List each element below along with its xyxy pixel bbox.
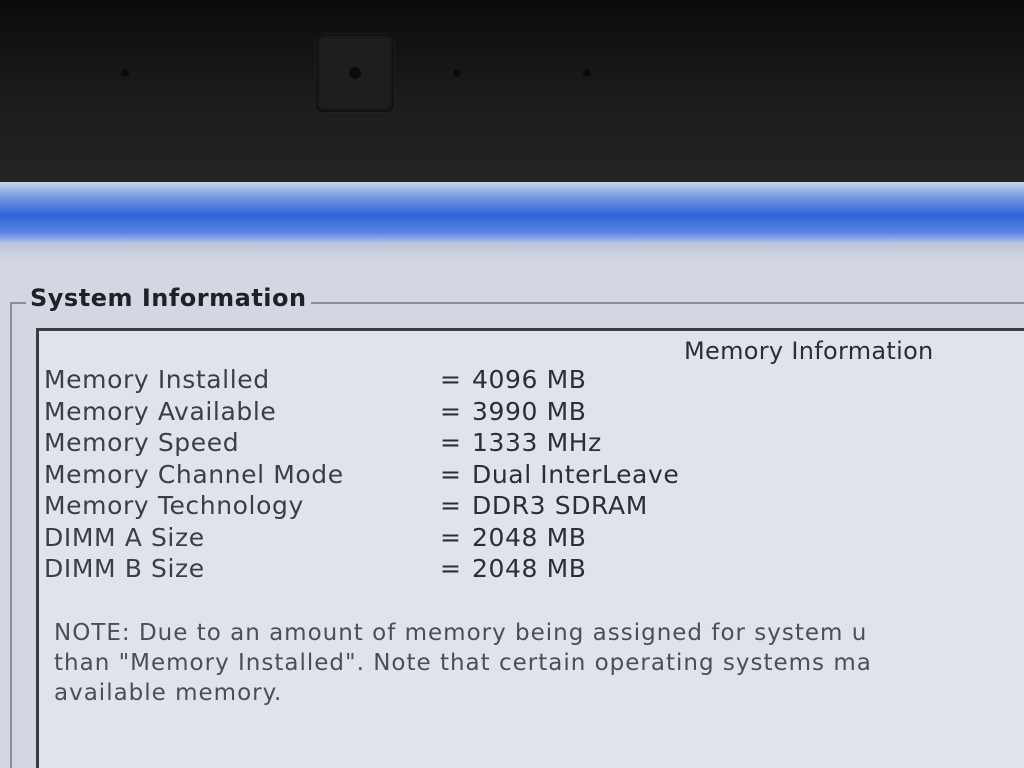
row-label: Memory Channel Mode <box>44 459 344 489</box>
row-equals: = <box>440 428 461 457</box>
laptop-bezel <box>0 0 1024 182</box>
row-equals: = <box>440 554 461 583</box>
row-label: DIMM A Size <box>44 522 205 552</box>
row-label: Memory Available <box>44 396 277 426</box>
row-label: Memory Installed <box>44 365 270 394</box>
row-label: DIMM B Size <box>44 554 205 583</box>
info-row-dimm-a-size: DIMM A Size = 2048 MB <box>44 523 744 555</box>
title-bar-shadow <box>0 242 1024 260</box>
microphone-dot <box>121 69 129 77</box>
info-row-memory-technology: Memory Technology = DDR3 SDRAM <box>44 491 744 523</box>
webcam-icon <box>316 34 394 112</box>
row-label: Memory Speed <box>44 428 240 457</box>
row-label: Memory Technology <box>44 491 304 520</box>
memory-info-list: Memory Installed = 4096 MB Memory Availa… <box>44 365 744 586</box>
info-row-memory-available: Memory Available = 3990 MB <box>44 397 744 429</box>
row-value: DDR3 SDRAM <box>472 491 648 520</box>
section-header: Memory Information <box>684 337 934 365</box>
group-title: System Information <box>26 284 311 312</box>
row-equals: = <box>440 459 461 489</box>
row-value: Dual InterLeave <box>472 459 680 489</box>
row-value: 2048 MB <box>472 522 587 552</box>
row-equals: = <box>440 365 461 394</box>
note-line: NOTE: Due to an amount of memory being a… <box>54 620 868 646</box>
row-value: 2048 MB <box>472 554 587 583</box>
info-row-memory-installed: Memory Installed = 4096 MB <box>44 365 744 397</box>
row-value: 4096 MB <box>472 365 587 394</box>
row-equals: = <box>440 522 461 552</box>
note-line: than "Memory Installed". Note that certa… <box>54 650 872 676</box>
row-equals: = <box>440 396 461 426</box>
title-bar <box>0 182 1024 242</box>
note-line: available memory. <box>54 680 283 706</box>
info-row-memory-channel-mode: Memory Channel Mode = Dual InterLeave <box>44 460 744 492</box>
microphone-dot <box>453 69 461 77</box>
memory-note: NOTE: Due to an amount of memory being a… <box>54 618 1024 708</box>
microphone-dot <box>583 69 591 77</box>
row-value: 1333 MHz <box>472 428 602 457</box>
info-row-memory-speed: Memory Speed = 1333 MHz <box>44 428 744 460</box>
row-equals: = <box>440 491 461 520</box>
info-row-dimm-b-size: DIMM B Size = 2048 MB <box>44 554 744 586</box>
row-value: 3990 MB <box>472 396 587 426</box>
